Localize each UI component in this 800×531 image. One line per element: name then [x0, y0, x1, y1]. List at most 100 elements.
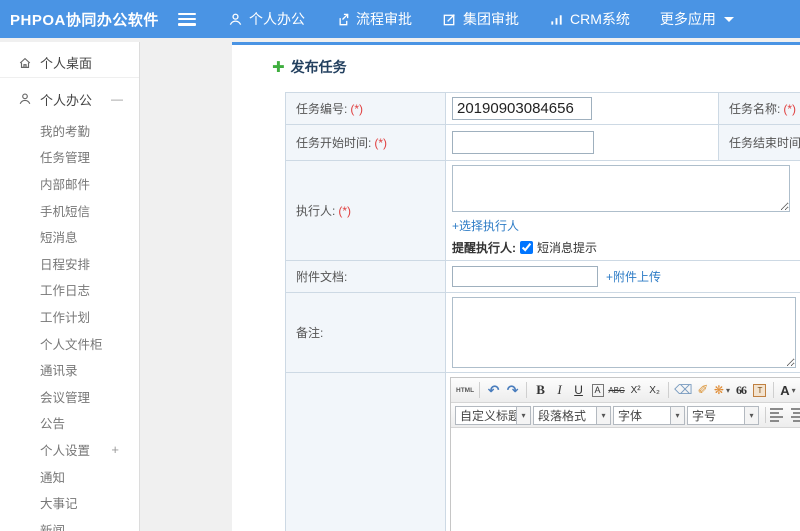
align-center-button[interactable] — [789, 406, 800, 424]
sidebar: 个人桌面 个人办公 — 我的考勤 任务管理 内部邮件 手机短信 短消息 日程安排… — [0, 42, 140, 531]
caret-down-icon: ▾ — [725, 385, 730, 395]
caret-down-icon: ▾ — [516, 406, 530, 424]
sidebar-item-task-management[interactable]: 任务管理 — [0, 144, 139, 171]
sidebar-item-notice[interactable]: 通知 — [0, 463, 139, 490]
sidebar-item-desktop[interactable]: 个人桌面 — [0, 48, 139, 78]
auto-typeset-button[interactable]: ❋ ▾ — [712, 380, 731, 400]
sidebar-item-attendance[interactable]: 我的考勤 — [0, 117, 139, 144]
sidebar-item-schedule[interactable]: 日程安排 — [0, 250, 139, 277]
sidebar-item-meeting[interactable]: 会议管理 — [0, 383, 139, 410]
sidebar-item-news[interactable]: 新闻 — [0, 516, 139, 531]
sidebar-item-internal-mail[interactable]: 内部邮件 — [0, 170, 139, 197]
user-icon — [19, 93, 31, 105]
sidebar-item-label: 个人桌面 — [40, 56, 93, 71]
sidebar-item-sms[interactable]: 手机短信 — [0, 197, 139, 224]
nav-personal-office[interactable]: 个人办公 — [228, 9, 305, 29]
sidebar-item-work-log[interactable]: 工作日志 — [0, 277, 139, 304]
row-task-number: 任务编号:(*) 任务名称:(*) — [285, 92, 800, 125]
format-brush-button[interactable]: ✐ — [693, 380, 712, 400]
collapse-minus-icon[interactable]: — — [111, 92, 123, 106]
sidebar-section-personal-office[interactable]: 个人办公 — — [0, 84, 139, 114]
sidebar-item-work-plan[interactable]: 工作计划 — [0, 303, 139, 330]
sidebar-item-announcement[interactable]: 公告 — [0, 410, 139, 437]
attachment-upload-link[interactable]: +附件上传 — [606, 268, 661, 285]
redo-button[interactable]: ↷ — [503, 380, 522, 400]
toolbar-separator — [765, 407, 766, 423]
task-form-table: 任务编号:(*) 任务名称:(*) 任务开始时间:(*) 任务结束时间:(*) … — [285, 92, 800, 531]
caret-down-icon: ▾ — [744, 406, 758, 424]
attachment-input[interactable] — [452, 266, 598, 287]
expand-plus-icon[interactable]: + — [111, 442, 119, 457]
start-time-input[interactable] — [452, 131, 594, 154]
home-icon — [19, 57, 31, 68]
add-plus-icon: ✚ — [272, 58, 285, 76]
group-approval-icon — [443, 13, 455, 25]
sidebar-item-file-cabinet[interactable]: 个人文件柜 — [0, 330, 139, 357]
nav-label: 集团审批 — [463, 11, 519, 27]
nav-label: 更多应用 — [659, 11, 716, 27]
underline-button[interactable]: U — [569, 380, 588, 400]
bold-button[interactable]: B — [531, 380, 550, 400]
row-task-time: 任务开始时间:(*) 任务结束时间:(*) — [285, 124, 800, 161]
rich-text-editor: HTML ↶ ↷ B I U A ABC X² X₂ ⌫ ✐ ❋ ▾ 66 T … — [450, 377, 800, 531]
nav-label: CRM系统 — [570, 11, 630, 27]
hamburger-menu-icon[interactable] — [178, 12, 196, 26]
executor-label: 执行人: — [296, 204, 336, 218]
remark-textarea[interactable] — [452, 297, 796, 368]
sidebar-item-short-message[interactable]: 短消息 — [0, 223, 139, 250]
nav-group-approval[interactable]: 集团审批 — [442, 9, 519, 29]
align-left-button[interactable] — [770, 406, 786, 424]
blockquote-button[interactable]: 66 — [731, 380, 750, 400]
editor-content-area[interactable] — [451, 428, 800, 531]
sidebar-item-contacts[interactable]: 通讯录 — [0, 356, 139, 383]
sidebar-item-personal-settings[interactable]: 个人设置 + — [0, 436, 139, 463]
nav-label: 流程审批 — [356, 11, 412, 27]
page-title: ✚ 发布任务 — [272, 57, 800, 77]
caret-down-icon: ▾ — [596, 406, 610, 424]
nav-crm[interactable]: CRM系统 — [549, 9, 630, 29]
sidebar-submenu: 我的考勤 任务管理 内部邮件 手机短信 短消息 日程安排 工作日志 工作计划 个… — [0, 114, 139, 531]
nav-process-approval[interactable]: 流程审批 — [335, 9, 412, 29]
subscript-button[interactable]: X₂ — [645, 380, 664, 400]
toolbar-separator — [479, 382, 481, 398]
font-family-dropdown[interactable]: 字体 ▾ — [613, 405, 685, 425]
sidebar-section-label: 个人办公 — [40, 92, 93, 108]
choose-executor-link[interactable]: +选择执行人 — [452, 219, 519, 233]
toolbar-separator — [526, 382, 528, 398]
font-color-button[interactable]: A ▾ — [778, 380, 797, 400]
row-description: 任务描述:(*) HTML ↶ ↷ B I U A — [285, 372, 800, 531]
sms-remind-checkbox[interactable] — [520, 241, 533, 254]
user-icon — [229, 13, 242, 25]
start-time-label: 任务开始时间: — [296, 136, 372, 150]
task-name-label: 任务名称: — [729, 102, 781, 116]
custom-title-dropdown[interactable]: 自定义标题 ▾ — [455, 405, 531, 425]
strikethrough-button[interactable]: ABC — [607, 380, 626, 400]
attachment-label: 附件文档: — [296, 270, 348, 284]
sidebar-item-memorabilia[interactable]: 大事记 — [0, 489, 139, 516]
html-source-button[interactable]: HTML — [455, 380, 475, 400]
paragraph-format-dropdown[interactable]: 段落格式 ▾ — [533, 405, 611, 425]
nav-label: 个人办公 — [249, 11, 305, 27]
row-remark: 备注: — [285, 292, 800, 373]
paste-text-button[interactable]: T — [750, 380, 769, 400]
nav-more-apps[interactable]: 更多应用 — [660, 9, 734, 29]
editor-toolbar-row2: 自定义标题 ▾ 段落格式 ▾ 字体 ▾ 字号 ▾ — [451, 403, 800, 428]
editor-toolbar-row1: HTML ↶ ↷ B I U A ABC X² X₂ ⌫ ✐ ❋ ▾ 66 T … — [451, 378, 800, 403]
row-executor: 执行人: (*) +选择执行人 提醒执行人: 短消息提示 — [285, 160, 800, 261]
topbar: PHPOA协同办公软件 个人办公 流程审批 集团审批 CRM系统 更多应用 — [0, 0, 800, 38]
char-border-button[interactable]: A — [588, 380, 607, 400]
required-mark: (*) — [350, 102, 364, 116]
process-approval-icon — [339, 13, 349, 25]
font-size-dropdown[interactable]: 字号 ▾ — [687, 405, 759, 425]
page-body: 个人桌面 个人办公 — 我的考勤 任务管理 内部邮件 手机短信 短消息 日程安排… — [0, 38, 800, 531]
caret-down-icon: ▾ — [670, 406, 684, 424]
main-content: ✚ 发布任务 任务编号:(*) 任务名称:(*) 任务开始时间:(*) 任务结束… — [232, 42, 800, 531]
superscript-button[interactable]: X² — [626, 380, 645, 400]
executor-textarea[interactable] — [452, 165, 790, 212]
format-eraser-button[interactable]: ⌫ — [673, 380, 693, 400]
required-mark: (*) — [374, 136, 388, 150]
italic-button[interactable]: I — [550, 380, 569, 400]
undo-button[interactable]: ↶ — [484, 380, 503, 400]
task-number-input[interactable] — [452, 97, 592, 120]
toolbar-separator — [668, 382, 670, 398]
